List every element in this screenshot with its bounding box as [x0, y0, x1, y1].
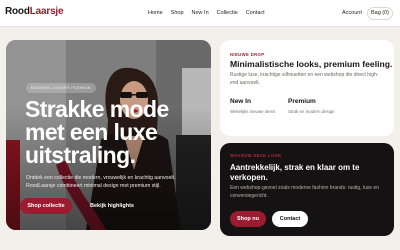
nav-link-collectie[interactable]: Collectie — [217, 10, 238, 16]
nav-link-home[interactable]: Home — [148, 10, 163, 16]
feature-item-subtitle: Wekelijks nieuwe items — [230, 109, 276, 114]
promo-eyebrow: WAAROM DEZE LOOK — [230, 153, 282, 158]
nav-link-new-in[interactable]: New In — [192, 10, 209, 16]
hero-description: Ontdek een collectie die modern, vrouwel… — [26, 175, 176, 189]
hero-title: Strakke mode met een luxe uitstraling. — [25, 96, 169, 168]
nav-links: Home Shop New In Collectie Contact — [148, 10, 265, 16]
promo-card: WAAROM DEZE LOOK Aantrekkelijk, strak en… — [220, 143, 394, 236]
feature-description: Rustige luxe, krachtige silhouetten en e… — [230, 72, 379, 86]
account-link[interactable]: Account — [342, 10, 362, 16]
bag-button[interactable]: Bag (0) — [367, 7, 393, 20]
promo-title: Aantrekkelijk, strak en klaar om te verk… — [230, 163, 360, 182]
feature-item-title: New In — [230, 98, 251, 105]
logo-part-2: Laarsje — [29, 6, 64, 17]
shop-now-button[interactable]: Shop nu — [230, 211, 266, 227]
shop-collection-button[interactable]: Shop collectie — [20, 198, 72, 214]
top-navigation: RoodLaarsje Home Shop New In Collectie C… — [0, 0, 400, 27]
feature-item-title: Premium — [288, 98, 316, 105]
feature-eyebrow: NIEUWE DROP — [230, 52, 265, 57]
nav-link-shop[interactable]: Shop — [171, 10, 184, 16]
contact-button[interactable]: Contact — [272, 211, 308, 227]
feature-title: Minimalistische looks, premium feeling. — [230, 59, 393, 69]
logo[interactable]: RoodLaarsje — [5, 6, 64, 17]
feature-item-premium: Premium Strak en modern design — [288, 98, 335, 114]
feature-card: NIEUWE DROP Minimalistische looks, premi… — [220, 40, 394, 136]
feature-item-new-in: New In Wekelijks nieuwe items — [230, 98, 275, 114]
hero-badge: MODERN LUXURY FASHION — [26, 83, 96, 93]
promo-description: Een webshop-gevoel zoals moderne fashion… — [230, 185, 379, 199]
feature-item-subtitle: Strak en modern design — [288, 109, 335, 114]
view-highlights-button[interactable]: Bekijk highlights — [84, 198, 140, 214]
nav-link-contact[interactable]: Contact — [246, 10, 265, 16]
logo-part-1: Rood — [5, 6, 30, 17]
